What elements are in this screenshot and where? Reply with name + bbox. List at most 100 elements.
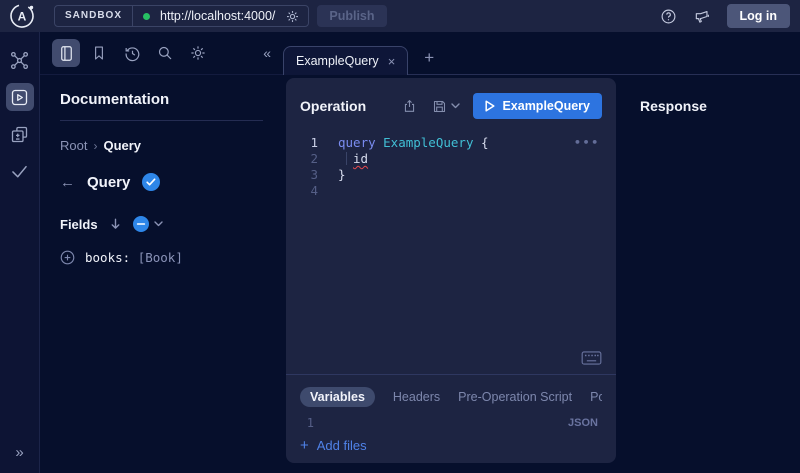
chevron-down-icon <box>451 103 460 109</box>
operation-editor[interactable]: 1query ExampleQuery {2id3}4 ••• <box>286 127 616 374</box>
left-rail: » <box>0 32 40 473</box>
tab-example-query[interactable]: ExampleQuery × <box>283 46 408 75</box>
tab-variables[interactable]: Variables <box>300 387 375 407</box>
history-button[interactable] <box>118 39 146 67</box>
operation-title: Operation <box>300 98 366 114</box>
add-files-button[interactable]: + Add files <box>300 438 367 453</box>
circle-minus-icon <box>133 216 149 232</box>
endpoint-settings-button[interactable] <box>285 9 308 24</box>
explorer-settings-button[interactable] <box>184 39 212 67</box>
help-button[interactable] <box>660 8 677 25</box>
save-operation-button[interactable] <box>432 99 447 114</box>
sidebar-item-changelog[interactable] <box>6 120 34 148</box>
line-number: 3 <box>286 167 318 183</box>
document-icon <box>57 44 76 63</box>
endpoint-url-input[interactable]: http://localhost:4000/ <box>160 9 285 23</box>
fields-label: Fields <box>60 217 98 232</box>
tab-pre-operation-script[interactable]: Pre-Operation Script <box>458 387 572 407</box>
apollo-logo[interactable]: A <box>0 3 44 29</box>
schema-graph-icon <box>9 50 30 71</box>
type-name: Query <box>87 174 130 191</box>
save-icon <box>432 99 447 114</box>
keyboard-shortcuts-button[interactable] <box>581 351 602 365</box>
tab-post-operation-script[interactable]: Post-Operation Script <box>590 387 602 407</box>
operation-bottom-section: Variables Headers Pre-Operation Script Post… <box>286 374 616 463</box>
type-heading-row: ← Query <box>60 173 263 191</box>
gear-icon <box>189 44 207 62</box>
saved-operations-button[interactable] <box>85 39 113 67</box>
plus-icon: + <box>300 438 309 453</box>
save-menu-chevron-button[interactable] <box>451 103 460 109</box>
field-type-link[interactable]: [Book] <box>138 250 183 265</box>
add-field-icon[interactable] <box>60 250 75 265</box>
arrow-down-icon <box>109 217 122 231</box>
expand-rail-button[interactable]: » <box>15 444 23 461</box>
field-row-books[interactable]: books: [Book] <box>60 250 263 265</box>
megaphone-icon <box>693 8 711 25</box>
workbench-row: Operation <box>283 75 800 473</box>
documentation-tab-button[interactable] <box>52 39 80 67</box>
play-icon <box>485 100 495 112</box>
breadcrumb: Root › Query <box>60 138 263 153</box>
login-button[interactable]: Log in <box>727 4 791 28</box>
field-filter-button[interactable] <box>133 216 163 232</box>
operation-header: Operation <box>286 78 616 127</box>
apollo-logo-icon: A <box>9 3 35 29</box>
divider <box>60 120 263 121</box>
operation-panel: Operation <box>286 78 616 463</box>
changelog-diff-icon <box>9 124 30 145</box>
plus-circle-icon <box>60 250 75 265</box>
variables-mode-label: JSON <box>568 417 602 429</box>
search-icon <box>156 44 174 62</box>
editor-overflow-menu-button[interactable]: ••• <box>574 136 600 149</box>
response-title: Response <box>640 98 800 114</box>
indent-guide <box>346 152 347 165</box>
documentation-panel: « Documentation Root › Query ← Query Fie… <box>40 32 283 473</box>
variables-line-number: 1 <box>300 416 314 430</box>
code-line: 3} <box>286 167 616 183</box>
announcements-button[interactable] <box>693 8 711 25</box>
breadcrumb-current: Query <box>103 138 141 153</box>
checkmark-icon <box>9 161 30 182</box>
share-icon <box>402 98 417 114</box>
variables-editor-row[interactable]: 1 JSON <box>300 416 602 430</box>
documentation-content: Documentation Root › Query ← Query Field… <box>40 75 283 281</box>
sidebar-item-explorer[interactable] <box>6 83 34 111</box>
field-name[interactable]: books: <box>85 250 130 265</box>
code-lines: 1query ExampleQuery {2id3}4 <box>286 135 616 199</box>
line-number: 1 <box>286 135 318 151</box>
endpoint-group: SANDBOX http://localhost:4000/ <box>54 5 309 27</box>
connection-status-dot <box>143 13 150 20</box>
run-operation-button[interactable]: ExampleQuery <box>473 93 602 119</box>
line-number: 2 <box>286 151 318 167</box>
code-line: 1query ExampleQuery { <box>286 135 616 151</box>
share-operation-button[interactable] <box>402 98 417 114</box>
collapse-panel-button[interactable]: « <box>263 45 271 61</box>
body: » <box>0 32 800 473</box>
tab-label: ExampleQuery <box>296 54 379 68</box>
back-button[interactable]: ← <box>60 174 75 191</box>
bookmark-icon <box>90 44 108 62</box>
close-tab-button[interactable]: × <box>388 54 396 69</box>
publish-button[interactable]: Publish <box>317 5 386 27</box>
help-icon <box>660 8 677 25</box>
breadcrumb-root[interactable]: Root <box>60 138 87 153</box>
sidebar-item-schema[interactable] <box>6 46 34 74</box>
sandbox-badge: SANDBOX <box>55 6 133 26</box>
explorer-play-icon <box>9 87 30 108</box>
operation-tab-bar: ExampleQuery × + <box>283 32 800 75</box>
chevron-down-icon <box>154 221 163 227</box>
top-bar: A SANDBOX http://localhost:4000/ Publish… <box>0 0 800 32</box>
search-button[interactable] <box>151 39 179 67</box>
fields-header-row: Fields <box>60 216 263 232</box>
add-files-label: Add files <box>317 438 367 453</box>
query-root-badge-icon <box>142 173 160 191</box>
response-panel: Response <box>616 78 800 463</box>
line-number: 4 <box>286 183 318 199</box>
sort-fields-button[interactable] <box>109 217 122 231</box>
documentation-toolbar: « <box>40 32 283 75</box>
code-line: 4 <box>286 183 616 199</box>
new-tab-button[interactable]: + <box>424 49 434 66</box>
tab-headers[interactable]: Headers <box>393 387 440 407</box>
sidebar-item-checks[interactable] <box>6 157 34 185</box>
